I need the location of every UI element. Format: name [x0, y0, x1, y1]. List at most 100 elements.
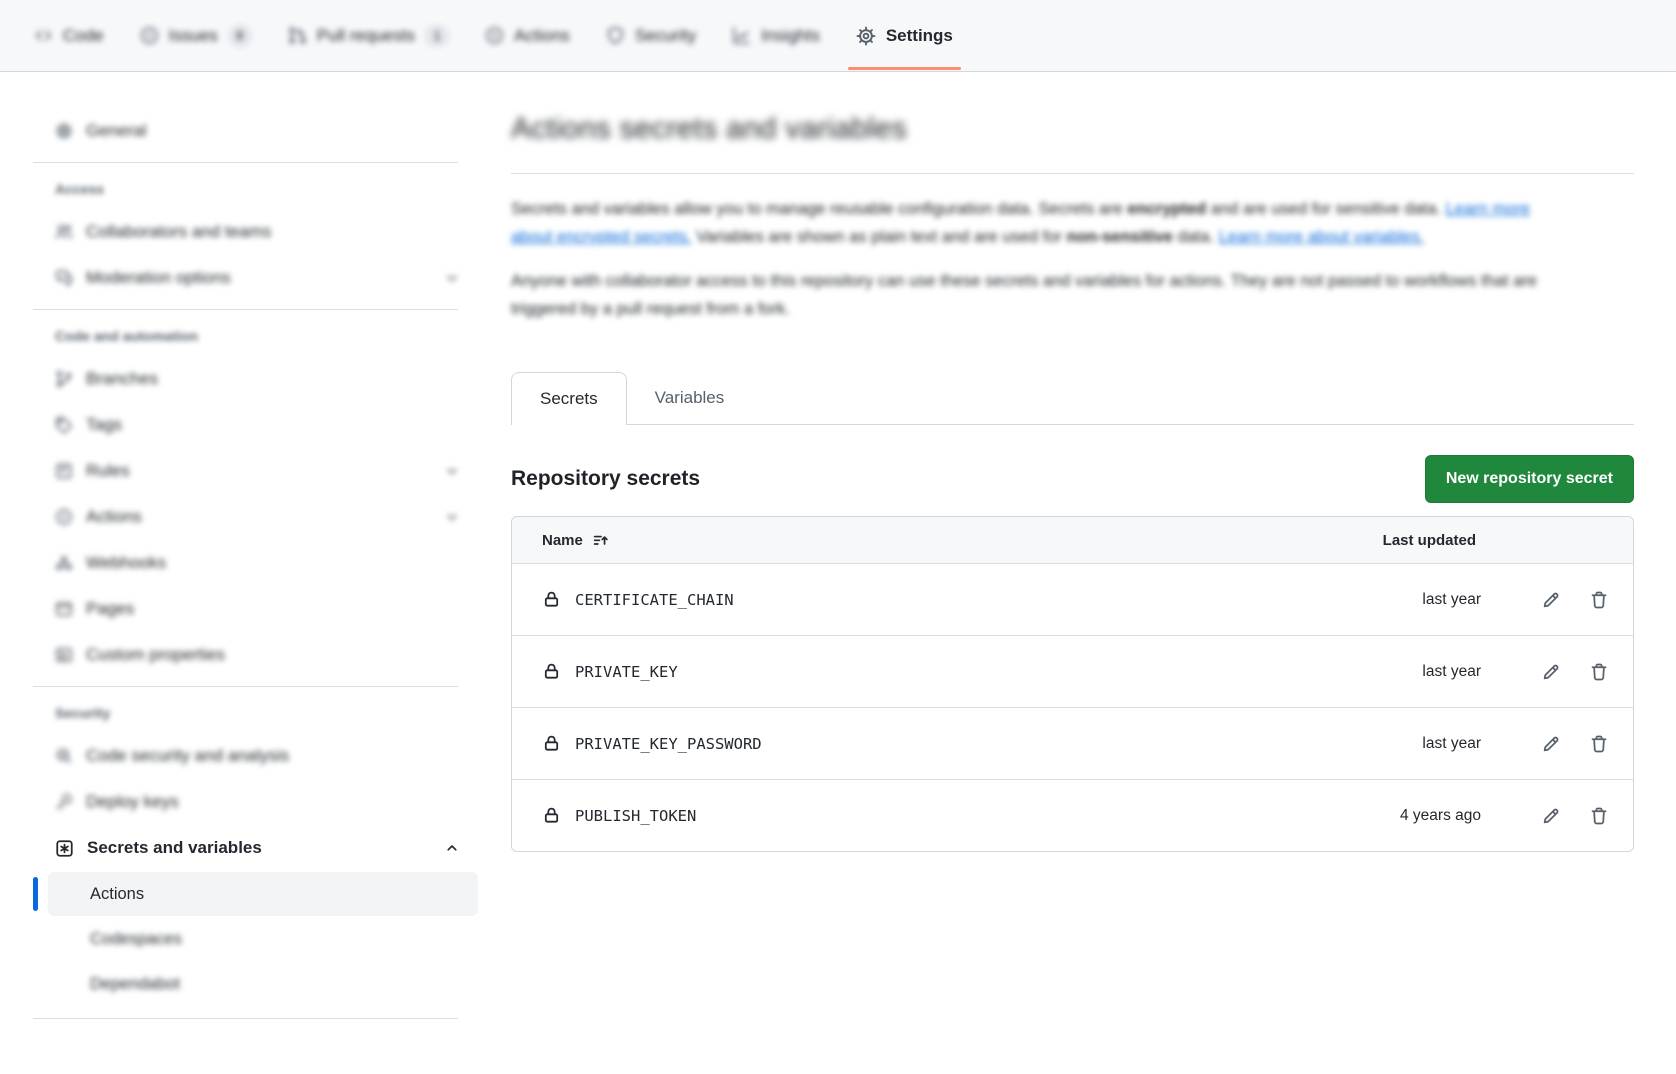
tab-issues[interactable]: Issues 8 — [126, 0, 266, 71]
sidebar-item-pages[interactable]: Pages — [33, 586, 478, 632]
sidebar-item-label: General — [86, 121, 146, 141]
sidebar-item-rules[interactable]: Rules — [33, 448, 478, 494]
sidebar-item-actions[interactable]: Actions — [33, 494, 478, 540]
sidebar-item-label: Moderation options — [86, 268, 231, 288]
sidebar-item-deploy-keys[interactable]: Deploy keys — [33, 779, 478, 825]
sort-ascending-icon — [592, 532, 609, 549]
secret-name: PUBLISH_TOKEN — [575, 807, 1341, 825]
delete-secret-button[interactable] — [1589, 806, 1609, 826]
delete-secret-button[interactable] — [1589, 734, 1609, 754]
delete-secret-button[interactable] — [1589, 662, 1609, 682]
tab-label: Settings — [886, 26, 953, 46]
pencil-icon — [1541, 590, 1561, 610]
sidebar-section-security: Security — [33, 693, 478, 733]
edit-secret-button[interactable] — [1541, 806, 1561, 826]
lock-icon — [542, 662, 561, 681]
table-header-row: Name Last updated — [512, 517, 1633, 563]
pencil-icon — [1541, 806, 1561, 826]
trash-icon — [1589, 806, 1609, 826]
sidebar-item-label: Actions — [86, 507, 142, 527]
tab-actions[interactable]: Actions — [471, 0, 584, 71]
tab-pull-requests[interactable]: Pull requests 1 — [274, 0, 463, 71]
secret-name: CERTIFICATE_CHAIN — [575, 591, 1341, 609]
tab-label: Actions — [514, 26, 570, 46]
edit-secret-button[interactable] — [1541, 662, 1561, 682]
pencil-icon — [1541, 734, 1561, 754]
play-icon — [55, 508, 73, 526]
trash-icon — [1589, 662, 1609, 682]
intro-text: Secrets and variables allow you to manag… — [511, 200, 1127, 218]
intro-bold-encrypted: encrypted — [1127, 200, 1206, 218]
name-column-header[interactable]: Name — [542, 532, 609, 549]
sidebar-item-moderation-options[interactable]: Moderation options — [33, 255, 478, 301]
sidebar-divider — [33, 309, 458, 310]
tab-label: Pull requests — [317, 26, 415, 46]
intro-text: data. — [1173, 228, 1219, 246]
comment-discussion-icon — [55, 269, 73, 287]
sidebar-item-custom-properties[interactable]: Custom properties — [33, 632, 478, 678]
repository-secrets-table: Name Last updated CERTIFICATE_CHAIN last… — [511, 516, 1634, 852]
tab-security[interactable]: Security — [592, 0, 710, 71]
main-content: Actions secrets and variables Secrets an… — [511, 72, 1634, 1025]
play-icon — [485, 26, 504, 45]
tab-secrets[interactable]: Secrets — [511, 372, 627, 425]
name-header-label: Name — [542, 532, 583, 549]
tab-variables[interactable]: Variables — [627, 372, 753, 424]
secret-last-updated: 4 years ago — [1341, 807, 1481, 825]
secrets-variables-tabnav: Secrets Variables — [511, 372, 1634, 425]
tab-settings[interactable]: Settings — [842, 0, 967, 71]
repo-nav: Code Issues 8 Pull requests 1 Actions Se… — [0, 0, 1676, 72]
trash-icon — [1589, 590, 1609, 610]
title-divider — [511, 173, 1634, 174]
settings-sidebar: General Access Collaborators and teams M… — [33, 72, 478, 1025]
tab-code[interactable]: Code — [20, 0, 118, 71]
sidebar-item-secrets-and-variables[interactable]: Secrets and variables — [33, 825, 478, 871]
sidebar-subitem-codespaces[interactable]: Codespaces — [48, 917, 478, 961]
chevron-down-icon — [444, 509, 460, 525]
sidebar-divider — [33, 1018, 458, 1019]
sidebar-item-tags[interactable]: Tags — [33, 402, 478, 448]
sidebar-subitem-dependabot[interactable]: Dependabot — [48, 962, 478, 1006]
chevron-down-icon — [444, 463, 460, 479]
edit-secret-button[interactable] — [1541, 734, 1561, 754]
pull-requests-count-badge: 1 — [425, 25, 449, 47]
edit-secret-button[interactable] — [1541, 590, 1561, 610]
secret-row: PRIVATE_KEY_PASSWORD last year — [512, 707, 1633, 779]
sidebar-subitem-actions[interactable]: Actions — [48, 872, 478, 916]
sidebar-item-code-security[interactable]: Code security and analysis — [33, 733, 478, 779]
sidebar-item-label: Codespaces — [90, 930, 182, 949]
git-pull-request-icon — [288, 26, 307, 45]
selected-accent-bar — [33, 877, 38, 911]
sidebar-item-label: Secrets and variables — [87, 838, 262, 858]
graph-icon — [732, 26, 751, 45]
sidebar-item-label: Rules — [86, 461, 129, 481]
issues-count-badge: 8 — [228, 25, 252, 47]
sidebar-item-collaborators[interactable]: Collaborators and teams — [33, 209, 478, 255]
link-variables[interactable]: Learn more about variables. — [1219, 228, 1424, 246]
sidebar-section-code-automation: Code and automation — [33, 316, 478, 356]
delete-secret-button[interactable] — [1589, 590, 1609, 610]
chevron-down-icon — [444, 270, 460, 286]
new-repository-secret-button[interactable]: New repository secret — [1425, 455, 1634, 503]
sidebar-item-branches[interactable]: Branches — [33, 356, 478, 402]
shield-icon — [606, 26, 625, 45]
tab-label: Insights — [761, 26, 820, 46]
intro-paragraph: Secrets and variables allow you to manag… — [511, 195, 1546, 251]
sidebar-item-webhooks[interactable]: Webhooks — [33, 540, 478, 586]
tab-label: Code — [63, 26, 104, 46]
sidebar-item-general[interactable]: General — [33, 108, 478, 154]
sidebar-section-access: Access — [33, 169, 478, 209]
intro-bold-non-sensitive: non-sensitive — [1067, 228, 1173, 246]
sidebar-item-label: Collaborators and teams — [86, 222, 271, 242]
code-icon — [34, 26, 53, 45]
people-icon — [55, 223, 73, 241]
chevron-up-icon — [444, 840, 460, 856]
asterisk-box-icon — [55, 839, 74, 858]
sidebar-item-label: Dependabot — [90, 975, 180, 994]
tab-insights[interactable]: Insights — [718, 0, 834, 71]
secret-row: PRIVATE_KEY last year — [512, 635, 1633, 707]
secret-name: PRIVATE_KEY_PASSWORD — [575, 735, 1341, 753]
sidebar-divider — [33, 686, 458, 687]
secret-last-updated: last year — [1341, 591, 1481, 609]
secret-name: PRIVATE_KEY — [575, 663, 1341, 681]
